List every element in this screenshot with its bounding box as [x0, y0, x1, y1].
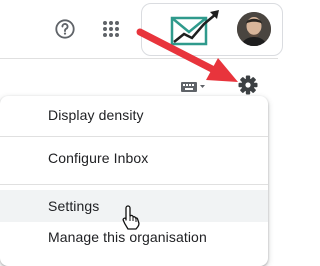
- menu-item-configure-inbox[interactable]: Configure Inbox: [0, 142, 268, 174]
- trend-chart-logo: [170, 8, 222, 50]
- menu-divider: [0, 136, 268, 137]
- account-switcher[interactable]: [141, 3, 283, 56]
- hand-cursor-icon: [122, 204, 142, 230]
- top-bar: [0, 0, 283, 58]
- help-icon[interactable]: [50, 14, 80, 44]
- settings-menu: Display density Configure Inbox Settings…: [0, 96, 268, 266]
- user-avatar[interactable]: [237, 12, 271, 46]
- apps-grid-icon[interactable]: [96, 14, 126, 44]
- menu-item-display-density[interactable]: Display density: [0, 99, 268, 131]
- keyboard-icon[interactable]: [180, 80, 206, 94]
- header-divider: [0, 58, 278, 59]
- menu-divider: [0, 184, 268, 185]
